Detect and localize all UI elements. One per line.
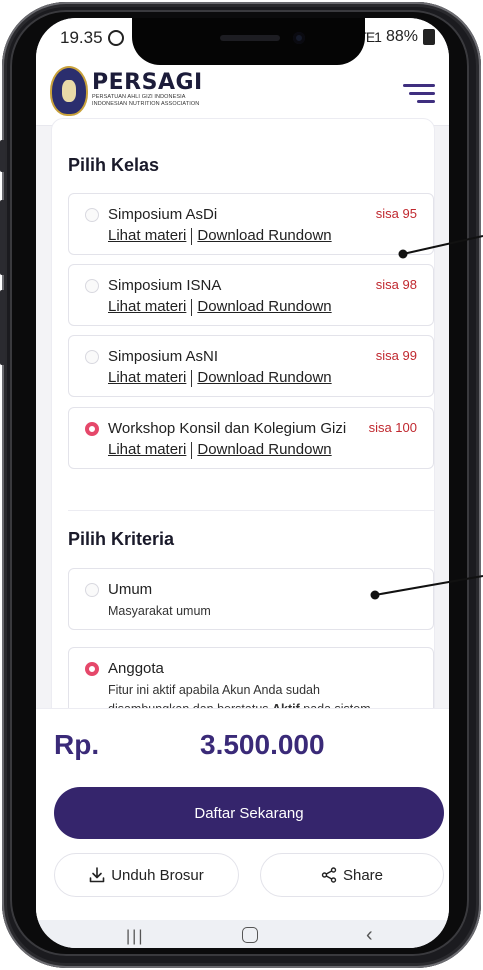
phone-volume-down-button: [0, 290, 5, 365]
radio-button[interactable]: [85, 208, 99, 222]
front-camera: [293, 32, 305, 44]
radio-button-selected[interactable]: [85, 662, 99, 676]
download-rundown-link[interactable]: Download Rundown: [197, 227, 331, 244]
link-separator: [191, 441, 193, 459]
criteria-section-title: Pilih Kriteria: [68, 529, 175, 549]
view-material-link[interactable]: Lihat materi: [108, 441, 186, 458]
radio-button[interactable]: [85, 279, 99, 293]
remaining-seats: sisa 95: [375, 206, 417, 221]
price-value: 3.500.000: [200, 729, 325, 760]
class-option-links: Lihat materi Download Rundown: [108, 441, 332, 459]
radio-button[interactable]: [85, 583, 99, 597]
link-separator: [191, 227, 193, 245]
currency-label: Rp.: [54, 729, 100, 760]
canvas: 19.35 LTE1 88% PERSAGI PERSATUAN AHLI GI…: [0, 0, 483, 970]
criteria-option-umum[interactable]: Umum Masyarakat umum: [68, 568, 434, 630]
class-option-links: Lihat materi Download Rundown: [108, 298, 332, 316]
share-label: Share: [342, 866, 384, 884]
radio-button-selected[interactable]: [85, 422, 99, 436]
class-option-links: Lihat materi Download Rundown: [108, 227, 332, 245]
share-icon: [321, 867, 337, 883]
phone-side-button: [0, 140, 5, 172]
app-header: PERSAGI PERSATUAN AHLI GIZI INDONESIA IN…: [36, 58, 449, 126]
criteria-option-label: Umum: [108, 581, 153, 598]
class-section-title: Pilih Kelas: [68, 155, 160, 175]
class-option-asni[interactable]: Simposium AsNI sisa 99 Lihat materi Downl…: [68, 335, 434, 397]
criteria-option-description: Masyarakat umum: [108, 604, 211, 618]
class-option-label: Simposium AsNI: [108, 348, 219, 365]
logo-subtitle-2: INDONESIAN NUTRITION ASSOCIATION: [92, 100, 200, 107]
link-separator: [191, 298, 193, 316]
phone-volume-up-button: [0, 200, 5, 275]
battery-percentage: 88%: [385, 28, 418, 45]
download-brochure-label: Unduh Brosur: [111, 866, 204, 884]
status-time-text: 19.35: [60, 28, 103, 47]
class-option-label: Simposium ISNA: [108, 277, 222, 294]
registration-form-card: Pilih Kelas Simposium AsDi sisa 95 Lihat…: [51, 118, 435, 759]
download-rundown-link[interactable]: Download Rundown: [197, 441, 331, 458]
status-time: 19.35: [60, 28, 124, 48]
view-material-link[interactable]: Lihat materi: [108, 298, 186, 315]
remaining-seats: sisa 98: [375, 277, 417, 292]
remaining-seats: sisa 100: [368, 420, 417, 435]
view-material-link[interactable]: Lihat materi: [108, 227, 186, 244]
criteria-desc-line-1: Fitur ini aktif apabila Akun Anda sudah: [108, 683, 320, 697]
persagi-logo-emblem[interactable]: [50, 66, 88, 116]
class-option-label: Simposium AsDi: [108, 206, 218, 223]
view-material-link[interactable]: Lihat materi: [108, 369, 186, 386]
phone-notch: [132, 18, 365, 65]
class-option-workshop[interactable]: Workshop Konsil dan Kolegium Gizi sisa 1…: [68, 407, 434, 469]
criteria-option-label: Anggota: [108, 660, 164, 677]
radio-button[interactable]: [85, 350, 99, 364]
download-brochure-button[interactable]: Unduh Brosur: [54, 853, 239, 897]
hamburger-menu-icon[interactable]: [403, 84, 435, 104]
battery-icon: [423, 29, 435, 45]
section-divider: [68, 510, 434, 511]
download-icon: [89, 867, 105, 883]
earpiece-speaker: [220, 35, 280, 41]
home-icon[interactable]: [242, 927, 258, 943]
phone-screen: 19.35 LTE1 88% PERSAGI PERSATUAN AHLI GI…: [36, 18, 449, 948]
recent-apps-icon[interactable]: |||: [126, 928, 144, 946]
class-option-asdi[interactable]: Simposium AsDi sisa 95 Lihat materi Downl…: [68, 193, 434, 255]
logo-text[interactable]: PERSAGI PERSATUAN AHLI GIZI INDONESIA IN…: [92, 72, 203, 107]
share-button[interactable]: Share: [260, 853, 444, 897]
class-option-links: Lihat materi Download Rundown: [108, 369, 332, 387]
whatsapp-icon: [107, 30, 124, 46]
checkout-panel: Rp. 3.500.000 Daftar Sekarang Unduh Bros…: [36, 708, 449, 920]
class-option-isna[interactable]: Simposium ISNA sisa 98 Lihat materi Downl…: [68, 264, 434, 326]
system-navigation-bar: ||| ‹: [36, 920, 449, 948]
register-button[interactable]: Daftar Sekarang: [54, 787, 444, 839]
download-rundown-link[interactable]: Download Rundown: [197, 298, 331, 315]
remaining-seats: sisa 99: [375, 348, 417, 363]
download-rundown-link[interactable]: Download Rundown: [197, 369, 331, 386]
logo-name: PERSAGI: [92, 70, 203, 95]
class-option-label: Workshop Konsil dan Kolegium Gizi: [108, 420, 347, 437]
back-icon[interactable]: ‹: [366, 924, 373, 947]
link-separator: [191, 369, 193, 387]
